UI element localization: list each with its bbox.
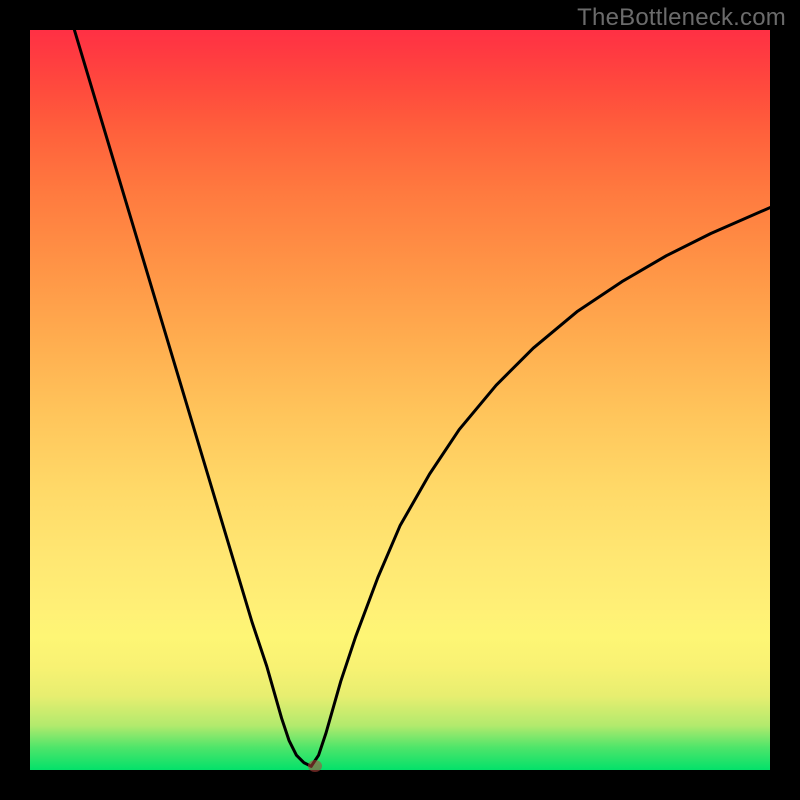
plot-area xyxy=(30,30,770,770)
watermark-text: TheBottleneck.com xyxy=(577,4,786,32)
curve-path-left xyxy=(74,30,311,766)
curve-path-right xyxy=(311,208,770,767)
bottleneck-marker xyxy=(308,760,322,772)
curve-svg xyxy=(30,30,770,770)
chart-frame: TheBottleneck.com xyxy=(0,0,800,800)
